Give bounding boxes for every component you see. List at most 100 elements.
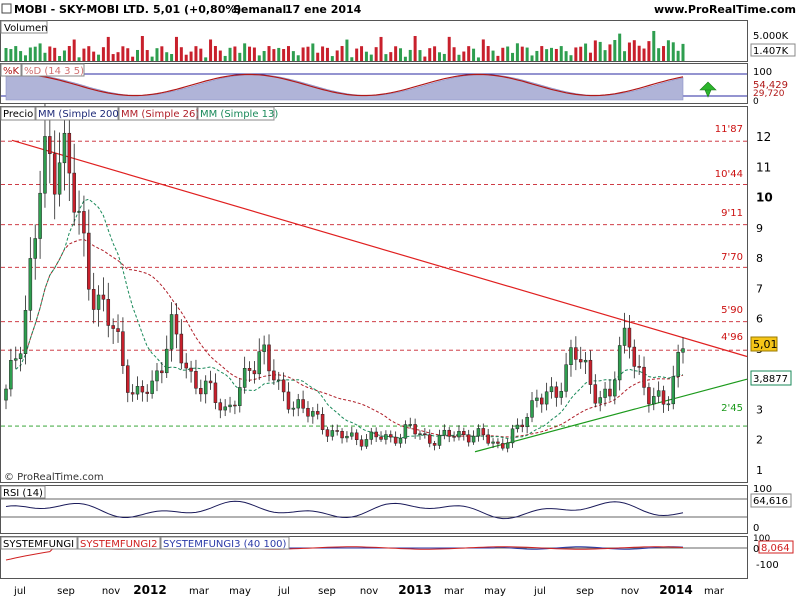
period-label: Semanal	[233, 3, 286, 16]
candle-body	[101, 294, 106, 300]
candle-body	[544, 391, 549, 405]
candle-body	[627, 327, 632, 348]
ma-value: 3,8877	[753, 374, 788, 385]
candle-body	[476, 428, 481, 437]
candle-body	[676, 352, 680, 377]
x-tick-label: mar	[444, 586, 465, 597]
level-label-1044: 10'44	[715, 169, 743, 180]
volume-bar	[62, 50, 66, 61]
volume-bar	[608, 44, 612, 61]
volume-bar	[160, 46, 164, 61]
volume-bar	[77, 57, 81, 61]
volume-bar	[238, 52, 242, 61]
candle-body	[681, 348, 685, 353]
candle-body	[418, 433, 422, 435]
y-tick-label: 1	[756, 464, 763, 477]
candle-body	[203, 380, 208, 395]
volume-bar	[316, 52, 320, 61]
volume-bar	[491, 50, 495, 61]
volume-bar	[399, 48, 403, 61]
candle-body	[505, 442, 510, 449]
candle-body	[306, 407, 310, 417]
candle-body	[164, 348, 169, 374]
volume-bar	[262, 51, 266, 61]
candle-body	[666, 403, 671, 406]
candle-body	[13, 358, 18, 361]
candle-body	[661, 390, 666, 405]
date-label: 17 ene 2014	[285, 3, 362, 16]
volume-bar	[213, 46, 217, 61]
candle-body	[340, 431, 344, 439]
volume-bar	[379, 36, 383, 61]
candle-body	[199, 388, 203, 395]
volume-bar	[126, 48, 130, 61]
candle-body	[598, 397, 602, 404]
candle-body	[116, 328, 120, 332]
volume-bar	[462, 51, 466, 61]
candle-body	[622, 327, 627, 346]
candle-body	[510, 428, 515, 444]
rsi-axis-100: 100	[753, 484, 772, 495]
volume-bar	[209, 39, 213, 61]
candle-body	[111, 325, 115, 329]
candle-body	[296, 399, 300, 409]
candle-body	[252, 370, 257, 375]
candle-body	[466, 434, 471, 443]
volume-bar	[340, 46, 344, 61]
candle-body	[179, 333, 184, 364]
candle-body	[262, 344, 266, 352]
volume-bar	[433, 46, 437, 61]
candle-body	[354, 432, 359, 440]
volume-bar	[272, 49, 276, 61]
candle-body	[291, 407, 296, 410]
volume-bar	[384, 54, 388, 61]
volume-bar	[174, 36, 178, 61]
candle-body	[276, 379, 281, 382]
x-tick-label: jul	[13, 586, 26, 597]
legend-price: Precio	[3, 109, 33, 120]
candle-body	[647, 387, 651, 405]
volume-bar	[486, 46, 490, 61]
volume-bar	[540, 46, 544, 61]
checkbox-icon[interactable]	[1, 3, 12, 14]
candle-body	[393, 436, 398, 444]
volume-bar	[282, 49, 286, 61]
volume-bar	[603, 50, 607, 61]
candle-body	[457, 431, 461, 438]
x-tick-label: may	[229, 586, 251, 597]
volume-bar	[467, 46, 471, 61]
candle-body	[384, 434, 388, 440]
volume-bar	[58, 56, 62, 61]
candle-body	[447, 429, 451, 437]
candle-body	[554, 386, 559, 398]
volume-bar	[403, 56, 407, 61]
volume-bar	[267, 46, 271, 61]
volume-bar	[82, 48, 86, 61]
candle-body	[608, 388, 612, 397]
candle-body	[184, 362, 188, 369]
candle-body	[23, 310, 28, 354]
candle-body	[82, 211, 86, 234]
sys3-label: SYSTEMFUNGI3 (40 100)	[163, 539, 287, 550]
candle-body	[121, 331, 125, 366]
candle-body	[57, 162, 62, 195]
candle-body	[559, 391, 563, 398]
volume-bar	[170, 54, 174, 61]
candle-body	[515, 424, 520, 430]
legend-ma13: MM (Simple 13)	[200, 109, 278, 120]
volume-bar	[588, 52, 592, 61]
candle-body	[613, 379, 617, 397]
y-tick-label: 3	[756, 403, 763, 416]
volume-bar	[106, 36, 110, 61]
sys-value: 8,064	[761, 543, 790, 554]
candle-body	[617, 345, 622, 381]
volume-bar	[33, 46, 37, 61]
x-tick-label: jul	[533, 586, 546, 597]
candle-body	[583, 359, 588, 363]
volume-bar	[277, 47, 281, 61]
candle-body	[593, 384, 598, 404]
candle-body	[67, 132, 72, 174]
candle-body	[637, 366, 641, 368]
volume-bar	[131, 56, 135, 61]
volume-bar	[408, 49, 412, 61]
